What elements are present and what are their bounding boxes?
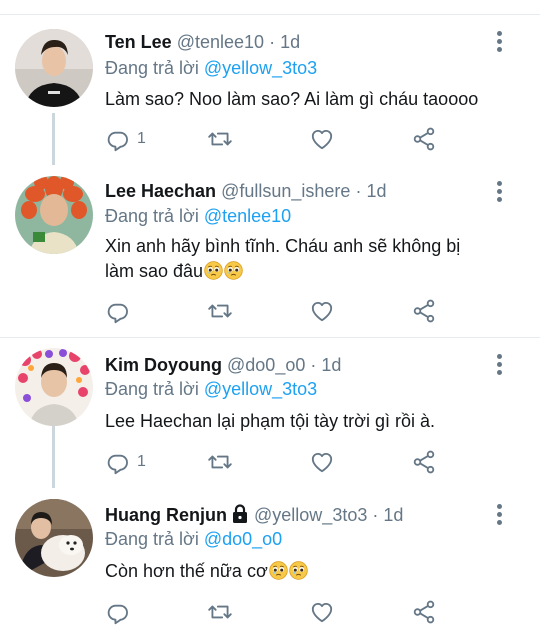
thread-connector [52,113,55,173]
avatar[interactable] [15,499,93,577]
like-button[interactable] [309,124,335,154]
author-name[interactable]: Kim Doyoung [105,355,222,375]
pleading-face-emoji [289,561,308,580]
reply-count: 1 [137,453,146,470]
reply-prefix: Đang trả lời [105,58,199,78]
reply-count: 1 [137,130,146,147]
share-button[interactable] [411,296,437,326]
tweet-item[interactable]: Lee Haechan @fullsun_ishere · 1d Đang tr… [0,165,540,337]
heart-icon [309,449,335,475]
share-button[interactable] [411,597,437,627]
tweet-item[interactable]: Kim Doyoung @do0_o0 · 1d Đang trả lời @y… [0,338,540,488]
retweet-button[interactable] [207,124,233,154]
share-icon [411,449,437,475]
avatar[interactable] [15,176,93,254]
reply-icon [105,298,131,324]
tweet-text: Còn hơn thế nữa cơ [105,559,515,584]
reply-button[interactable] [105,296,137,326]
reply-prefix: Đang trả lời [105,206,199,226]
tweet-item[interactable]: Ten Lee @tenlee10 · 1d Đang trả lời @yel… [0,15,540,173]
tweet-time[interactable]: 1d [383,505,403,525]
pleading-face-emoji [269,561,288,580]
pleading-face-emoji [224,261,243,280]
author-name[interactable]: Ten Lee [105,32,172,52]
tweet-text: Xin anh hãy bình tĩnh. Cháu anh sẽ không… [105,234,515,284]
like-button[interactable] [309,447,335,477]
author-handle[interactable]: @fullsun_ishere [221,181,350,201]
author-handle[interactable]: @tenlee10 [177,32,264,52]
tweet-text-fragment: làm sao đâu [105,261,204,281]
tweet-actions [105,296,525,326]
avatar[interactable] [15,29,93,107]
reply-mention[interactable]: @tenlee10 [204,206,291,226]
author-name[interactable]: Lee Haechan [105,181,216,201]
more-vertical-icon[interactable] [494,354,504,376]
share-button[interactable] [411,447,437,477]
retweet-icon [207,599,233,625]
more-vertical-icon[interactable] [494,504,504,526]
reply-icon [105,126,131,152]
separator-dot: · [355,181,362,201]
more-vertical-icon[interactable] [494,181,504,203]
previous-tweet-edge [0,0,540,15]
retweet-icon [207,449,233,475]
separator-dot: · [310,355,317,375]
tweet-text-line: Xin anh hãy bình tĩnh. Cháu anh sẽ không… [105,236,461,256]
reply-prefix: Đang trả lời [105,529,199,549]
tweet-text-line: làm sao đâu [105,259,515,284]
author-handle[interactable]: @do0_o0 [227,355,305,375]
reply-button[interactable]: 1 [105,447,146,477]
tweet-time[interactable]: 1d [280,32,300,52]
share-icon [411,298,437,324]
author-handle[interactable]: @yellow_3to3 [254,505,367,525]
retweet-button[interactable] [207,296,233,326]
separator-dot: · [269,32,276,52]
retweet-icon [207,298,233,324]
tweet-text: Làm sao? Noo làm sao? Ai làm gì cháu tao… [105,89,479,109]
avatar[interactable] [15,348,93,426]
share-icon [411,599,437,625]
reply-button[interactable]: 1 [105,124,146,154]
like-button[interactable] [309,296,335,326]
tweet-text: Lee Haechan lại phạm tội tày trời gì rồi… [105,411,435,431]
separator-dot: · [372,505,379,525]
tweet-text-fragment: Còn hơn thế nữa cơ [105,561,268,581]
tweet-actions: 1 [105,447,525,477]
heart-icon [309,126,335,152]
share-button[interactable] [411,124,437,154]
retweet-button[interactable] [207,597,233,627]
heart-icon [309,599,335,625]
reply-icon [105,599,131,625]
heart-icon [309,298,335,324]
reply-mention[interactable]: @yellow_3to3 [204,379,317,399]
tweet-actions [105,597,525,627]
reply-mention[interactable]: @yellow_3to3 [204,58,317,78]
pleading-face-emoji [204,261,223,280]
tweet-item[interactable]: Huang Renjun @yellow_3to3 · 1d Đang trả … [0,488,540,642]
reply-icon [105,449,131,475]
more-vertical-icon[interactable] [494,31,504,53]
tweet-time[interactable]: 1d [366,181,386,201]
lock-icon [233,504,247,523]
retweet-icon [207,126,233,152]
like-button[interactable] [309,597,335,627]
tweet-actions: 1 [105,124,525,154]
retweet-button[interactable] [207,447,233,477]
author-name[interactable]: Huang Renjun [105,505,227,525]
reply-button[interactable] [105,597,137,627]
tweet-time[interactable]: 1d [321,355,341,375]
reply-mention[interactable]: @do0_o0 [204,529,282,549]
thread-connector [52,426,55,488]
share-icon [411,126,437,152]
reply-prefix: Đang trả lời [105,379,199,399]
